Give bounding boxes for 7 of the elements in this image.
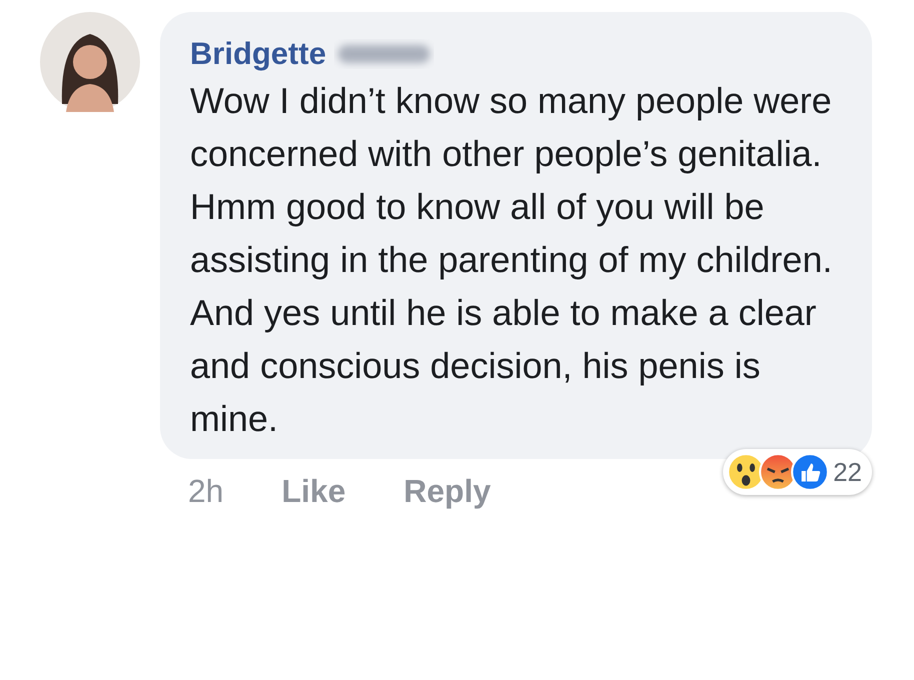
author-name[interactable]: Bridgette [190,34,326,74]
comment-text: Wow I didn’t know so many people were concerned with other people’s genitalia. Hmm good to know all of you will be assisting in the parenting of my children. And yes until he is able to make a clear and conscious decision, his penis is mine. [190,79,834,441]
timestamp[interactable]: 2h [188,467,224,515]
reaction-count: 22 [833,456,862,488]
reaction-summary[interactable]: 22 [723,449,872,495]
comment-action-link[interactable]: Like [282,467,346,515]
comment-action-link[interactable]: Reply [404,467,491,515]
